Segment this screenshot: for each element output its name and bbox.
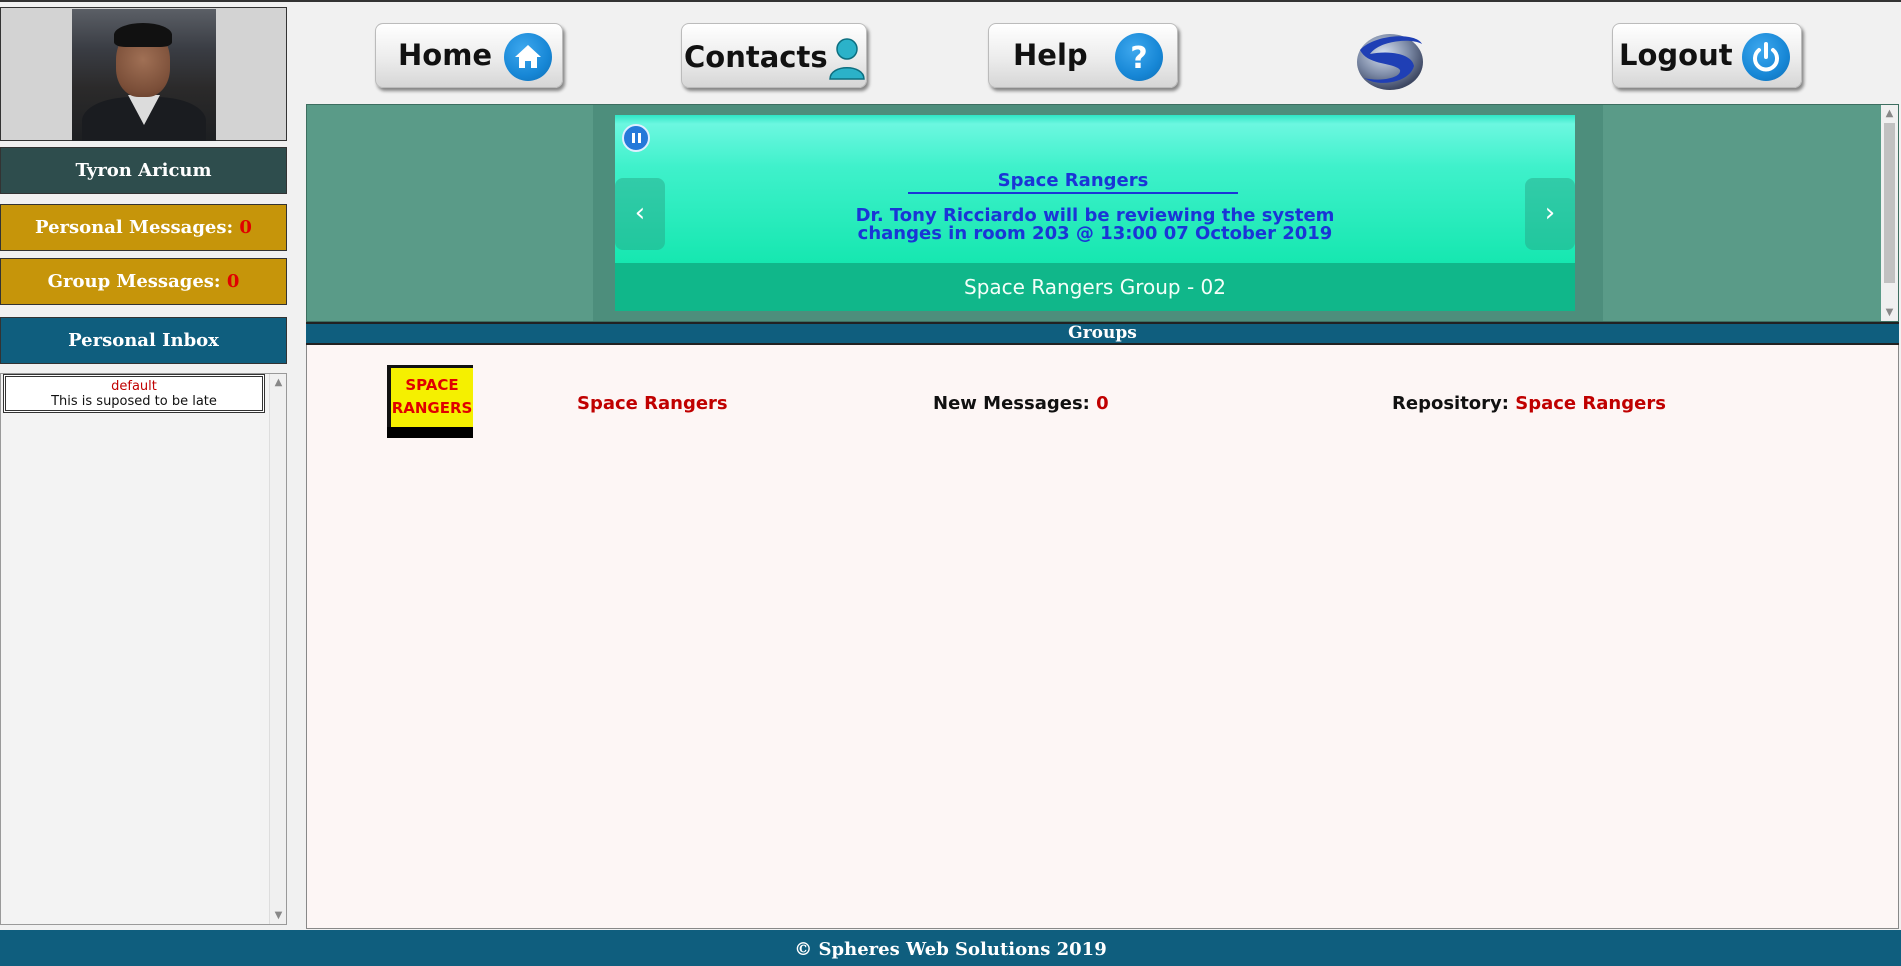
avatar-frame	[0, 7, 287, 141]
contacts-button[interactable]: Contacts	[681, 23, 867, 88]
sidebar: Tyron Aricum Personal Messages: 0 Group …	[0, 0, 288, 928]
home-button[interactable]: Home	[375, 23, 563, 88]
chevron-right-icon[interactable]: ›	[1525, 178, 1575, 250]
inbox-item[interactable]: default This is suposed to be late	[3, 374, 265, 413]
inbox-scrollbar[interactable]: ▲ ▼	[269, 374, 286, 924]
carousel: ‹ › Space Rangers Dr. Tony Ricciardo wil…	[593, 105, 1603, 321]
slide-title[interactable]: Space Rangers	[908, 170, 1238, 194]
logout-label: Logout	[1619, 38, 1733, 72]
scroll-thumb[interactable]	[1884, 123, 1895, 283]
group-logo-text: SPACE	[405, 376, 459, 394]
personal-messages-button[interactable]: Personal Messages: 0	[0, 204, 287, 251]
inbox-item-sender: default	[111, 379, 157, 394]
personal-inbox-button[interactable]: Personal Inbox	[0, 317, 287, 364]
groups-panel: SPACE RANGERS Space Rangers New Messages…	[306, 345, 1899, 929]
personal-messages-label: Personal Messages:	[35, 217, 234, 238]
scroll-down-icon[interactable]: ▼	[1881, 304, 1898, 321]
chevron-left-icon[interactable]: ‹	[615, 178, 665, 250]
help-label: Help	[1013, 38, 1088, 72]
announcement-banner: ‹ › Space Rangers Dr. Tony Ricciardo wil…	[306, 104, 1899, 322]
new-messages-label: New Messages:	[933, 393, 1090, 414]
slide-body: ‹ › Space Rangers Dr. Tony Ricciardo wil…	[615, 115, 1575, 263]
power-icon	[1742, 33, 1790, 81]
group-messages-button[interactable]: Group Messages: 0	[0, 258, 287, 305]
inbox-list: default This is suposed to be late ▲ ▼	[0, 373, 287, 925]
group-repository: Repository: Space Rangers	[1392, 393, 1666, 414]
svg-text:?: ?	[1130, 41, 1147, 76]
new-messages-count: 0	[1096, 393, 1109, 414]
help-icon: ?	[1115, 33, 1163, 81]
scroll-down-icon[interactable]: ▼	[270, 907, 287, 924]
group-logo[interactable]: SPACE RANGERS	[387, 365, 473, 438]
groups-header: Groups	[306, 322, 1899, 345]
spheres-logo[interactable]	[1350, 28, 1430, 92]
user-name: Tyron Aricum	[0, 147, 287, 194]
group-logo-text: RANGERS	[391, 399, 473, 417]
slide-caption: Space Rangers Group - 02	[615, 263, 1575, 311]
footer: © Spheres Web Solutions 2019	[0, 930, 1901, 966]
group-new-messages: New Messages: 0	[933, 393, 1109, 414]
avatar[interactable]	[72, 9, 216, 141]
help-button[interactable]: Help ?	[988, 23, 1178, 88]
logout-button[interactable]: Logout	[1612, 23, 1802, 88]
repository-link[interactable]: Space Rangers	[1515, 393, 1666, 414]
inbox-item-subject: This is suposed to be late	[51, 394, 217, 409]
slide-text: Dr. Tony Ricciardo will be reviewing the…	[745, 207, 1445, 243]
scroll-up-icon[interactable]: ▲	[1881, 105, 1898, 122]
scroll-up-icon[interactable]: ▲	[270, 374, 287, 391]
personal-messages-count: 0	[239, 217, 252, 238]
repository-label: Repository:	[1392, 393, 1509, 414]
contacts-label: Contacts	[684, 40, 828, 74]
banner-scrollbar[interactable]: ▲ ▼	[1881, 105, 1898, 321]
pause-icon[interactable]	[622, 124, 650, 152]
home-icon	[504, 33, 552, 81]
slide-text-line: changes in room 203 @ 13:00 07 October 2…	[857, 223, 1333, 244]
group-messages-label: Group Messages:	[47, 271, 221, 292]
group-name-link[interactable]: Space Rangers	[577, 393, 728, 414]
contact-person-icon	[829, 38, 865, 80]
home-label: Home	[398, 38, 493, 72]
carousel-slide: ‹ › Space Rangers Dr. Tony Ricciardo wil…	[615, 115, 1575, 311]
group-messages-count: 0	[226, 271, 240, 292]
